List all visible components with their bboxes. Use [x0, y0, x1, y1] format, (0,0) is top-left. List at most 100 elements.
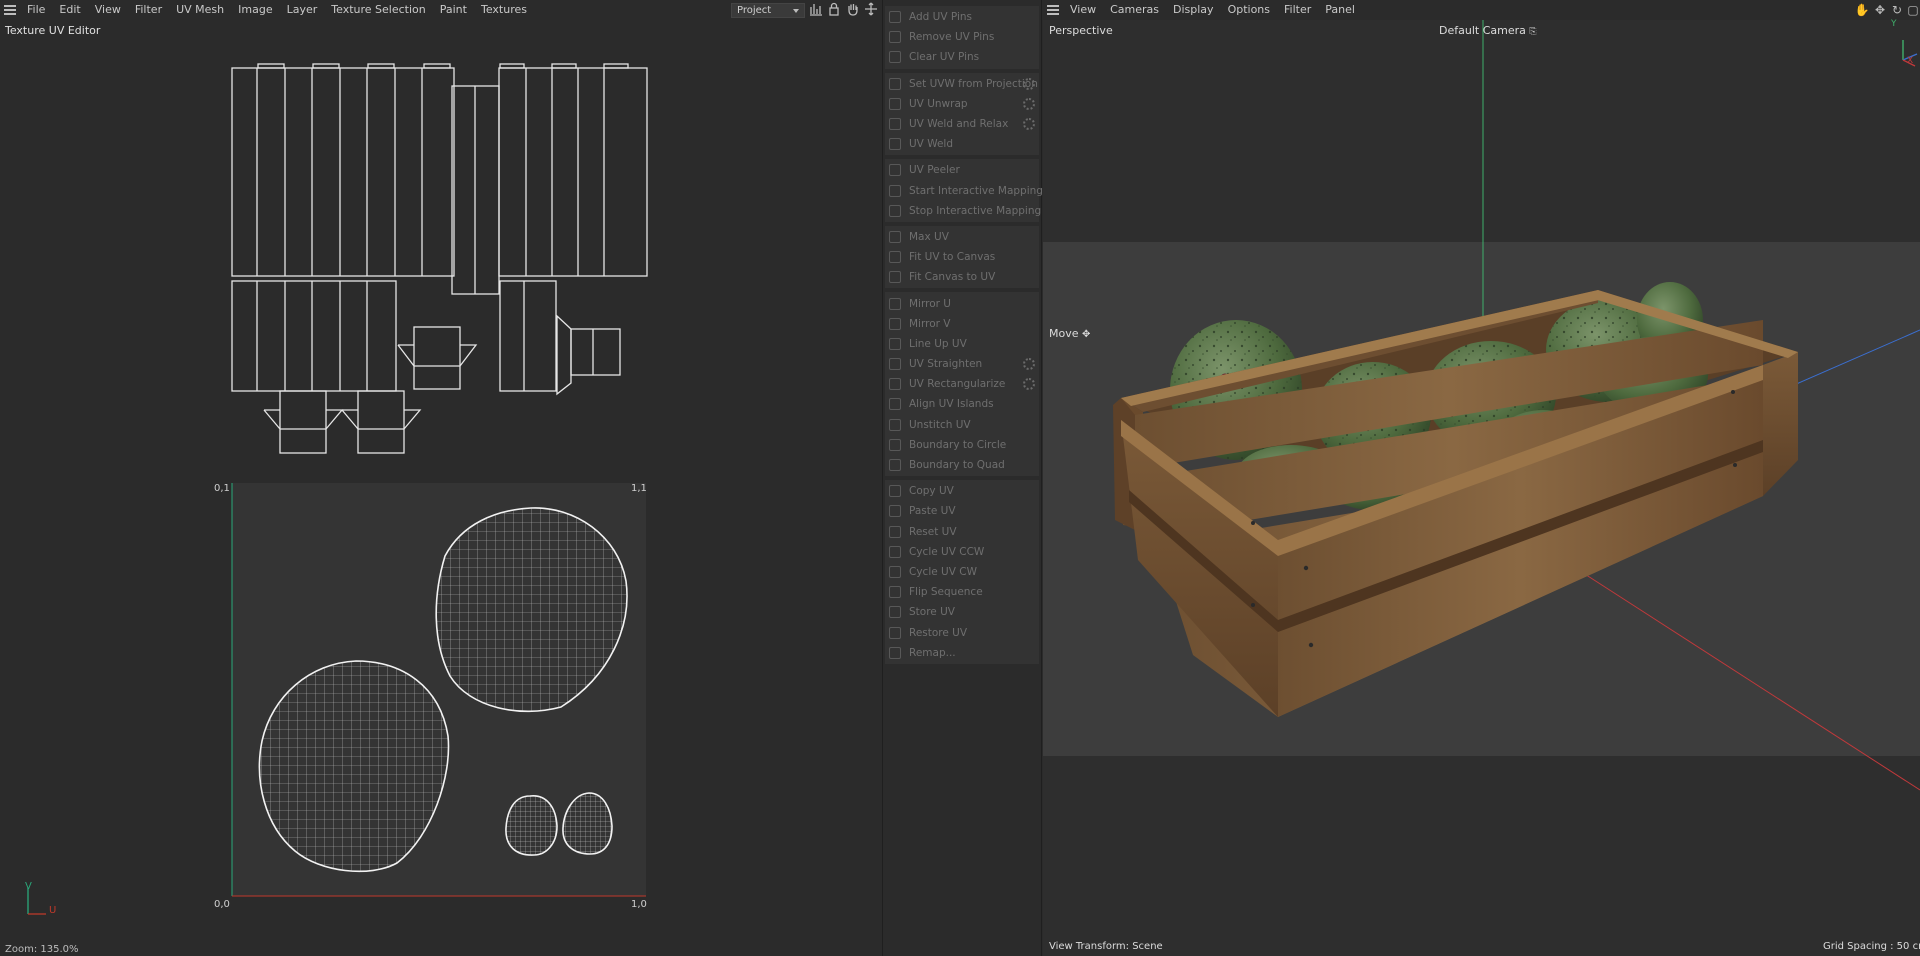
menu-display[interactable]: Display	[1166, 0, 1221, 20]
menu-filter[interactable]: Filter	[1277, 0, 1318, 20]
move-arrows-icon[interactable]: ✥	[1872, 2, 1888, 18]
command-label: Fit Canvas to UV	[909, 271, 996, 284]
max-uv-button[interactable]: Max UV	[885, 227, 1039, 247]
mirror-v-button[interactable]: Mirror V	[885, 314, 1039, 334]
flip-sequence-icon	[889, 586, 901, 599]
command-label: Copy UV	[909, 485, 954, 498]
reset-uv-button[interactable]: Reset UV	[885, 522, 1039, 542]
uv-canvas[interactable]	[0, 36, 882, 942]
crate-uv-islands	[231, 63, 648, 454]
uv-weld-and-relax-icon	[889, 118, 901, 131]
menu-panel[interactable]: Panel	[1318, 0, 1362, 20]
fit-uv-to-canvas-button[interactable]: Fit UV to Canvas	[885, 247, 1039, 267]
gear-icon[interactable]	[1023, 97, 1035, 110]
store-uv-button[interactable]: Store UV	[885, 602, 1039, 622]
remap-icon	[889, 646, 901, 659]
viewport-scene[interactable]	[1043, 20, 1920, 956]
add-uv-pins-icon	[889, 11, 901, 24]
menu-edit[interactable]: Edit	[52, 0, 87, 20]
cycle-uv-cw-button[interactable]: Cycle UV CW	[885, 562, 1039, 582]
boundary-to-quad-icon	[889, 459, 901, 472]
camera-icon: ⎘	[1529, 27, 1537, 37]
command-label: Cycle UV CW	[909, 565, 977, 578]
uv-straighten-button[interactable]: UV Straighten	[885, 354, 1039, 374]
gear-icon[interactable]	[1023, 358, 1035, 370]
uv-axis-v-label: V	[25, 881, 32, 892]
maximize-icon[interactable]: ▢	[1905, 2, 1920, 18]
menu-filter[interactable]: Filter	[128, 0, 169, 20]
line-up-uv-button[interactable]: Line Up UV	[885, 334, 1039, 354]
add-uv-pins-button[interactable]: Add UV Pins	[885, 7, 1039, 27]
command-label: Stop Interactive Mapping	[909, 204, 1042, 217]
align-uv-islands-icon	[889, 398, 901, 411]
menu-uv-mesh[interactable]: UV Mesh	[169, 0, 231, 20]
menu-textures[interactable]: Textures	[474, 0, 534, 20]
gear-icon[interactable]	[1023, 378, 1035, 391]
copy-uv-button[interactable]: Copy UV	[885, 481, 1039, 501]
menu-layer[interactable]: Layer	[280, 0, 325, 20]
viewport-menu-items: View Cameras Display Options Filter Panel	[1063, 0, 1362, 20]
camera-label[interactable]: Default Camera ⎘	[1439, 24, 1537, 37]
command-label: Store UV	[909, 606, 955, 619]
uv-straighten-icon	[889, 358, 901, 371]
fit-canvas-to-uv-button[interactable]: Fit Canvas to UV	[885, 267, 1039, 287]
project-dropdown-value: Project	[737, 5, 772, 16]
menu-view[interactable]: View	[88, 0, 128, 20]
command-label: UV Weld	[909, 138, 954, 151]
clear-uv-pins-icon	[889, 51, 901, 64]
uv-unwrap-button[interactable]: UV Unwrap	[885, 94, 1039, 114]
boundary-to-quad-button[interactable]: Boundary to Quad	[885, 455, 1039, 475]
mirror-u-button[interactable]: Mirror U	[885, 293, 1039, 313]
move-arrows-icon[interactable]	[863, 2, 879, 18]
lock-icon[interactable]	[826, 2, 842, 18]
uv-weld-button[interactable]: UV Weld	[885, 134, 1039, 154]
unstitch-uv-button[interactable]: Unstitch UV	[885, 415, 1039, 435]
set-uvw-from-projection-button[interactable]: Set UVW from Projection	[885, 74, 1039, 94]
uv-peeler-button[interactable]: UV Peeler	[885, 160, 1039, 180]
remove-uv-pins-button[interactable]: Remove UV Pins	[885, 27, 1039, 47]
start-interactive-mapping-button[interactable]: Start Interactive Mapping	[885, 181, 1043, 201]
gizmo-y-label: Y	[1891, 19, 1897, 29]
uv-weld-and-relax-button[interactable]: UV Weld and Relax	[885, 114, 1039, 134]
menu-paint[interactable]: Paint	[433, 0, 474, 20]
hamburger-menu-icon[interactable]	[1043, 0, 1063, 20]
boundary-to-circle-button[interactable]: Boundary to Circle	[885, 435, 1039, 455]
align-uv-islands-button[interactable]: Align UV Islands	[885, 394, 1039, 414]
menu-cameras[interactable]: Cameras	[1103, 0, 1166, 20]
hamburger-menu-icon[interactable]	[0, 0, 20, 20]
menu-file[interactable]: File	[20, 0, 52, 20]
rotate-icon[interactable]: ↻	[1889, 2, 1905, 18]
paste-uv-button[interactable]: Paste UV	[885, 501, 1039, 521]
menu-options[interactable]: Options	[1221, 0, 1277, 20]
flip-sequence-button[interactable]: Flip Sequence	[885, 582, 1039, 602]
command-label: Line Up UV	[909, 337, 967, 350]
gear-icon[interactable]	[1023, 117, 1035, 130]
max-uv-icon	[889, 230, 901, 243]
project-dropdown[interactable]: Project	[731, 3, 805, 18]
restore-uv-button[interactable]: Restore UV	[885, 622, 1039, 642]
menu-image[interactable]: Image	[231, 0, 279, 20]
hand-pan-icon[interactable]	[845, 2, 861, 18]
uv-label-1-1: 1,1	[631, 483, 647, 494]
hand-pan-icon[interactable]: ✋	[1854, 2, 1870, 18]
gear-icon[interactable]	[1023, 77, 1035, 90]
command-label: Fit UV to Canvas	[909, 251, 996, 264]
view-name[interactable]: Perspective	[1049, 24, 1113, 37]
viewport-panel[interactable]: View Cameras Display Options Filter Panel ✋ ✥…	[1043, 0, 1920, 956]
remap-button[interactable]: Remap...	[885, 643, 1039, 663]
gizmo-x-label: X	[1907, 56, 1914, 66]
cycle-uv-ccw-button[interactable]: Cycle UV CCW	[885, 542, 1039, 562]
command-label: Reset UV	[909, 525, 957, 538]
menu-texture-selection[interactable]: Texture Selection	[324, 0, 432, 20]
command-label: UV Straighten	[909, 358, 983, 371]
uv-rectangularize-button[interactable]: UV Rectangularize	[885, 374, 1039, 394]
stop-interactive-mapping-button[interactable]: Stop Interactive Mapping	[885, 201, 1042, 221]
line-up-uv-icon	[889, 337, 901, 350]
menu-view[interactable]: View	[1063, 0, 1103, 20]
uv-label-1-0: 1,0	[631, 899, 647, 910]
stop-interactive-mapping-icon	[889, 204, 901, 217]
histogram-icon[interactable]	[808, 2, 824, 18]
uv-unwrap-icon	[889, 97, 901, 110]
command-label: UV Unwrap	[909, 97, 968, 110]
clear-uv-pins-button[interactable]: Clear UV Pins	[885, 47, 1039, 67]
